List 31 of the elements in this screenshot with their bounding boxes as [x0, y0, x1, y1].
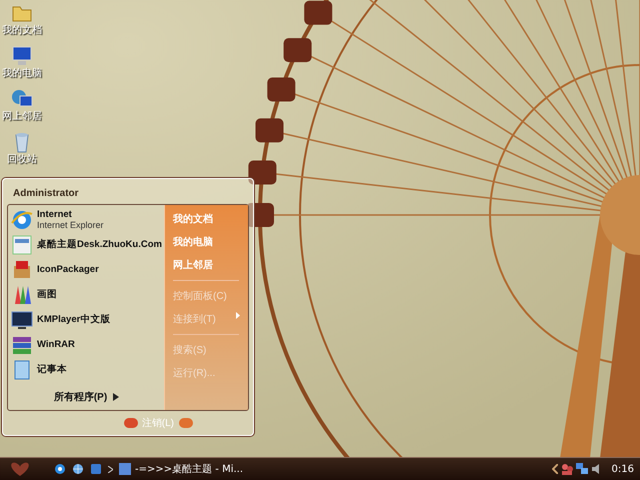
program-item[interactable]: KMPlayer中文版	[10, 308, 163, 331]
globe-icon[interactable]	[72, 463, 84, 475]
program-item[interactable]: IconPackager	[10, 258, 163, 281]
gondola	[248, 160, 276, 184]
gondola	[284, 38, 312, 62]
window-icon	[119, 463, 131, 475]
all-programs-button[interactable]: 所有程序(P)	[50, 388, 124, 406]
program-item[interactable]: 桌酷主题Desk.ZhuoKu.Com	[10, 233, 163, 256]
user-name: Administrator	[13, 188, 79, 199]
arrow-icon	[113, 393, 120, 401]
desktop-icon-label: 网上邻居	[2, 111, 42, 123]
network-icon[interactable]	[576, 463, 588, 475]
taskbar-button[interactable]: -=>>>桌酷主题 - Mi...	[119, 462, 244, 476]
users-icon[interactable]	[560, 463, 573, 475]
theme-icon	[10, 232, 34, 256]
desktop-icon-label: 回收站	[7, 154, 37, 166]
program-item[interactable]: 记事本	[10, 358, 163, 381]
desktop-icon[interactable]	[10, 44, 34, 68]
gondola	[256, 118, 284, 142]
chevron-icon[interactable]	[552, 464, 558, 474]
gondola	[246, 203, 274, 227]
program-item[interactable]: Internet Internet Explorer	[10, 208, 163, 231]
gondola	[267, 78, 296, 102]
program-item[interactable]: 画图	[10, 283, 163, 306]
chevron-icon[interactable]	[108, 466, 113, 472]
clock: 0:16	[612, 464, 634, 474]
gondola	[304, 0, 332, 25]
desktop-icon-label: 我的文档	[2, 25, 42, 37]
computer-icon	[10, 44, 34, 68]
desktop-icon-label: 我的电脑	[2, 68, 42, 80]
program-item[interactable]: WinRAR	[10, 333, 163, 356]
